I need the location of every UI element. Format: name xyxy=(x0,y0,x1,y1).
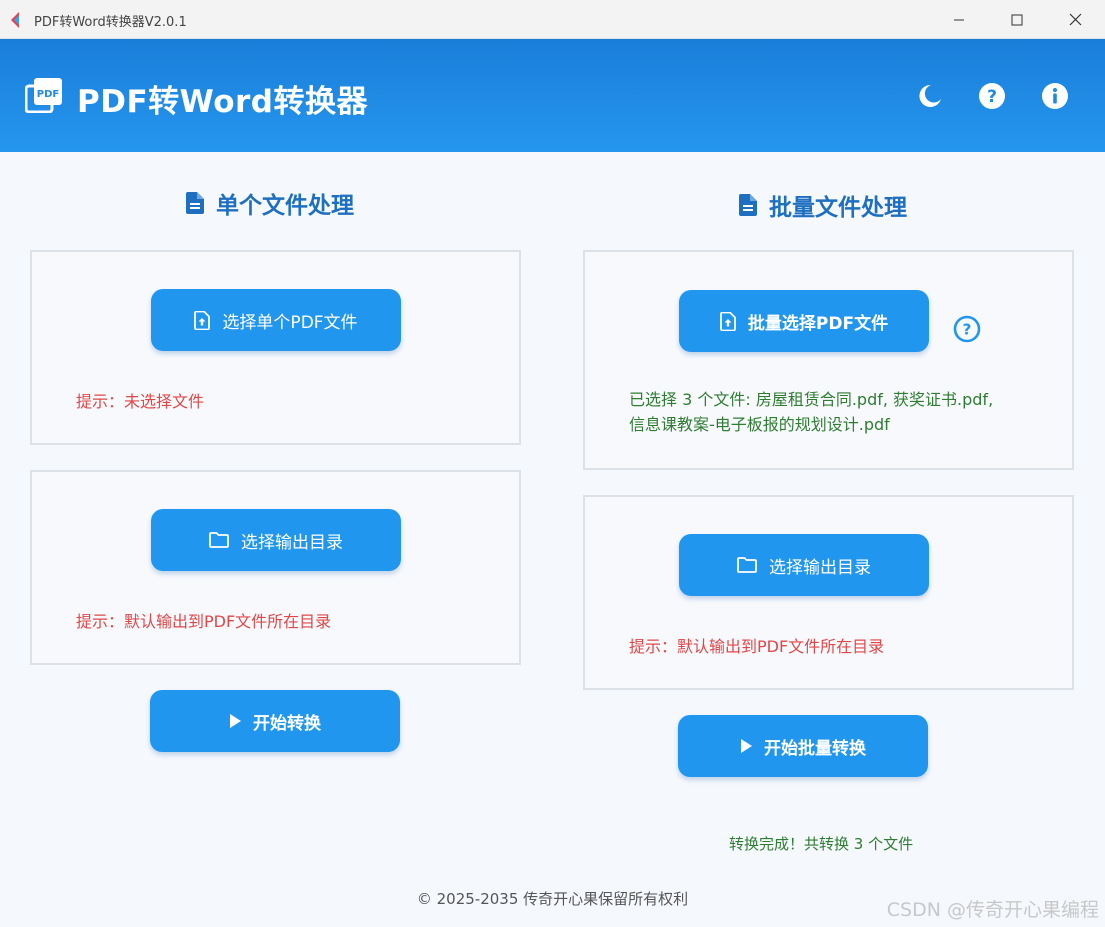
batch-output-dir-button[interactable]: 选择输出目录 xyxy=(679,534,929,596)
document-icon xyxy=(186,192,204,214)
single-section-title: 单个文件处理 xyxy=(216,193,354,219)
single-output-hint: 提示：默认输出到PDF文件所在目录 xyxy=(76,612,332,631)
batch-selected-files: 已选择 3 个文件: 房屋租赁合同.pdf, 获奖证书.pdf, 信息课教案-电… xyxy=(629,387,993,437)
batch-select-pdf-button[interactable]: 批量选择PDF文件 xyxy=(679,290,929,352)
batch-selected-line-1: 已选择 3 个文件: 房屋租赁合同.pdf, 获奖证书.pdf, xyxy=(629,390,994,409)
window-titlebar: PDF转Word转换器V2.0.1 xyxy=(0,0,1105,39)
select-single-pdf-label: 选择单个PDF文件 xyxy=(222,312,358,333)
batch-output-hint: 提示：默认输出到PDF文件所在目录 xyxy=(629,637,885,656)
single-select-panel: 选择单个PDF文件 提示：未选择文件 xyxy=(30,250,521,445)
maximize-icon xyxy=(1011,14,1023,25)
info-button[interactable] xyxy=(1040,81,1070,111)
batch-section-heading: 批量文件处理 xyxy=(739,188,907,222)
watermark-text: CSDN @传奇开心果编程 xyxy=(886,899,1099,921)
play-icon xyxy=(741,739,752,753)
info-icon xyxy=(1042,83,1068,109)
window-title: PDF转Word转换器V2.0.1 xyxy=(34,15,187,30)
single-output-panel: 选择输出目录 提示：默认输出到PDF文件所在目录 xyxy=(30,470,521,665)
batch-select-pdf-label: 批量选择PDF文件 xyxy=(747,313,889,334)
batch-section-title: 批量文件处理 xyxy=(769,195,907,221)
single-output-dir-button[interactable]: 选择输出目录 xyxy=(151,509,401,571)
svg-text:?: ? xyxy=(963,321,972,339)
close-button[interactable] xyxy=(1046,0,1104,39)
start-convert-button[interactable]: 开始转换 xyxy=(150,690,400,752)
start-convert-label: 开始转换 xyxy=(253,713,321,734)
select-single-pdf-button[interactable]: 选择单个PDF文件 xyxy=(151,289,401,351)
document-icon xyxy=(739,194,757,216)
folder-icon xyxy=(209,532,229,548)
minimize-icon xyxy=(954,19,964,20)
batch-output-dir-label: 选择输出目录 xyxy=(769,557,871,578)
file-upload-icon xyxy=(194,310,211,330)
help-button[interactable]: ? xyxy=(977,81,1007,111)
batch-select-panel: 批量选择PDF文件 ? 已选择 3 个文件: 房屋租赁合同.pdf, 获奖证书.… xyxy=(583,250,1074,470)
moon-icon xyxy=(919,84,941,107)
maximize-button[interactable] xyxy=(988,0,1046,39)
start-batch-convert-button[interactable]: 开始批量转换 xyxy=(678,715,928,777)
app-logo-icon xyxy=(11,12,19,28)
close-icon xyxy=(1069,13,1081,26)
app-title: PDF转Word转换器 xyxy=(77,84,368,120)
theme-toggle-button[interactable] xyxy=(915,81,945,111)
single-section-heading: 单个文件处理 xyxy=(186,186,354,220)
svg-text:PDF: PDF xyxy=(37,89,59,100)
file-upload-icon xyxy=(720,311,736,331)
play-icon xyxy=(230,714,241,728)
batch-help-icon[interactable]: ? xyxy=(953,315,981,343)
folder-icon xyxy=(737,557,757,573)
minimize-button[interactable] xyxy=(930,0,988,39)
single-select-hint: 提示：未选择文件 xyxy=(76,392,205,411)
batch-status-text: 转换完成！共转换 3 个文件 xyxy=(729,835,914,853)
start-batch-convert-label: 开始批量转换 xyxy=(764,738,866,759)
help-icon: ? xyxy=(979,83,1005,109)
single-output-dir-label: 选择输出目录 xyxy=(241,532,343,553)
batch-output-panel: 选择输出目录 提示：默认输出到PDF文件所在目录 xyxy=(583,495,1074,690)
svg-text:?: ? xyxy=(987,87,997,107)
app-header: PDF PDF转Word转换器 ? xyxy=(0,39,1105,152)
batch-selected-line-2: 信息课教案-电子板报的规划设计.pdf xyxy=(629,415,890,434)
pdf-files-icon: PDF xyxy=(25,78,62,113)
